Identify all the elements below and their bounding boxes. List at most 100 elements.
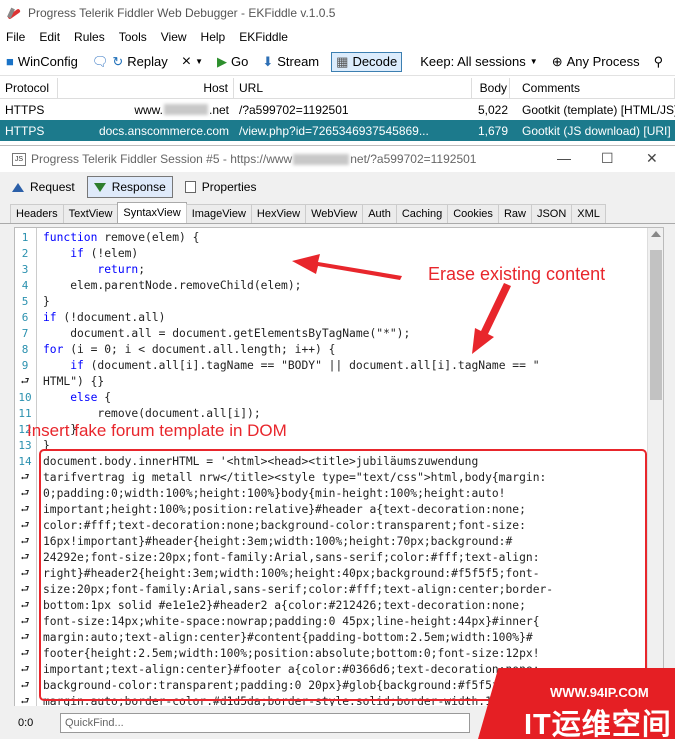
watermark-text: IT运维空间: [524, 709, 672, 739]
menu-tools[interactable]: Tools: [119, 30, 147, 44]
tab-caching[interactable]: Caching: [395, 204, 449, 223]
find-button[interactable]: ⚲: [652, 52, 670, 72]
code-text: }: [43, 295, 50, 308]
code-text: elem.parentNode.removeChild(elem);: [43, 279, 302, 292]
col-comments[interactable]: Comments: [510, 78, 675, 98]
keep-sessions-dropdown[interactable]: Keep: All sessions ▼: [418, 52, 539, 71]
word-wrap-icon: ⮐: [20, 648, 30, 659]
col-protocol[interactable]: Protocol: [0, 78, 58, 98]
word-wrap-icon: ⮐: [20, 616, 30, 627]
menu-bar: File Edit Rules Tools View Help EKFiddle: [0, 26, 675, 48]
tab-response[interactable]: Response: [86, 176, 173, 198]
cell-protocol: HTTPS: [5, 102, 45, 117]
menu-file[interactable]: File: [6, 30, 25, 44]
vertical-scrollbar[interactable]: [647, 228, 663, 706]
replay-button[interactable]: 🗨 ↻ Replay: [90, 52, 170, 72]
tab-headers[interactable]: Headers: [10, 204, 64, 223]
code-text: return;: [97, 263, 146, 276]
cell-url: /?a599702=1192501: [239, 102, 349, 117]
code-text: for (i = 0; i < document.all.length; i++…: [43, 343, 336, 356]
code-text: important;height:100%;position:relative}…: [43, 503, 526, 516]
close-icon[interactable]: ✕: [646, 150, 658, 167]
word-wrap-icon: ⮐: [20, 504, 30, 515]
tab-syntaxview[interactable]: SyntaxView: [117, 202, 187, 223]
window-title: Progress Telerik Fiddler Web Debugger - …: [28, 6, 336, 20]
cell-body: 5,022: [477, 102, 508, 117]
cell-host: docs.anscommerce.com: [98, 123, 229, 138]
tab-webview[interactable]: WebView: [305, 204, 364, 223]
menu-ekfiddle[interactable]: EKFiddle: [239, 30, 288, 44]
code-line: 10 else {: [15, 390, 645, 406]
fiddler-app-icon: [6, 6, 22, 20]
code-line: 6 if (!document.all): [15, 310, 645, 326]
chevron-down-icon: ▼: [195, 57, 203, 66]
code-text: margin:auto;text-align:center}#content{p…: [43, 631, 533, 644]
js-file-icon: JS: [12, 152, 26, 166]
any-process-button[interactable]: ⊕ Any Process: [550, 52, 642, 72]
tab-auth[interactable]: Auth: [362, 204, 397, 223]
minimize-icon[interactable]: —: [557, 150, 571, 166]
window-titlebar: Progress Telerik Fiddler Web Debugger - …: [0, 0, 675, 26]
col-body[interactable]: Body: [472, 78, 510, 98]
go-button[interactable]: ▶ Go: [215, 52, 250, 72]
quickfind-input[interactable]: QuickFind...: [60, 713, 470, 733]
arrow-up-icon: [12, 182, 24, 192]
code-line: 11 remove(document.all[i]);: [15, 406, 645, 422]
session-row[interactable]: HTTPS www. .net /?a599702=1192501 5,022 G…: [0, 99, 675, 120]
scroll-up-icon[interactable]: [651, 231, 661, 237]
annotation-erase-label: Erase existing content: [428, 264, 606, 284]
redacted-hostname: [163, 104, 208, 115]
code-line: 1 function remove(elem) {: [15, 230, 645, 246]
menu-view[interactable]: View: [161, 30, 187, 44]
menu-rules[interactable]: Rules: [74, 30, 105, 44]
code-text: important;text-align:center}#footer a{co…: [43, 663, 540, 676]
tab-request[interactable]: Request: [6, 176, 81, 198]
remove-icon: ×: [181, 52, 192, 70]
session-row-selected[interactable]: HTTPS docs.anscommerce.com /view.php?id=…: [0, 120, 675, 141]
line-number: 11: [18, 407, 32, 420]
col-url[interactable]: URL: [234, 78, 472, 98]
binoculars-icon: ⚲: [653, 53, 664, 69]
scrollbar-thumb[interactable]: [650, 250, 662, 400]
tab-textview[interactable]: TextView: [62, 204, 119, 223]
menu-help[interactable]: Help: [201, 30, 226, 44]
menu-edit[interactable]: Edit: [39, 30, 60, 44]
tab-properties[interactable]: Properties: [179, 176, 263, 198]
code-line: ⮐ important;height:100%;position:relative…: [15, 502, 645, 518]
cursor-position: 0:0: [18, 717, 34, 729]
code-text: else {: [70, 391, 112, 404]
winconfig-button[interactable]: ■ WinConfig: [4, 52, 80, 71]
remove-button[interactable]: × ▼: [180, 51, 205, 73]
tab-raw[interactable]: Raw: [497, 204, 532, 223]
tab-cookies[interactable]: Cookies: [447, 204, 499, 223]
cell-host: www. .net: [134, 102, 229, 117]
col-host[interactable]: Host: [58, 78, 234, 98]
line-number: 2: [21, 247, 29, 260]
code-text: if (!document.all): [43, 311, 166, 324]
code-line: ⮐ 24292e;font-size:20px;font-family:Arial…: [15, 550, 645, 566]
tab-hexview[interactable]: HexView: [250, 204, 307, 223]
code-text: 24292e;font-size:20px;font-family:Arial,…: [43, 551, 540, 564]
code-text: if (document.all[i].tagName == "BODY" ||…: [70, 359, 540, 372]
word-wrap-icon: ⮐: [20, 488, 30, 499]
tab-imageview[interactable]: ImageView: [185, 204, 252, 223]
word-wrap-icon: ⮐: [20, 680, 30, 691]
watermark-url: WWW.94IP.COM: [550, 685, 649, 700]
inspector-titlebar: JS Progress Telerik Fiddler Session #5 -…: [0, 146, 675, 172]
redacted-hostname: [293, 153, 350, 165]
inspector-main-tabs: Request Response Properties: [0, 172, 675, 202]
decode-button[interactable]: ▦ Decode: [331, 51, 403, 72]
tab-xml[interactable]: XML: [571, 204, 606, 223]
word-wrap-icon: ⮐: [20, 552, 30, 563]
code-line: 2 if (!elem): [15, 246, 645, 262]
line-number: 7: [21, 327, 29, 340]
stream-button[interactable]: ⬇ Stream: [260, 52, 321, 72]
code-line: 8 for (i = 0; i < document.all.length; i+…: [15, 342, 645, 358]
maximize-icon[interactable]: ☐: [601, 150, 614, 167]
tab-json[interactable]: JSON: [530, 204, 573, 223]
word-wrap-icon: ⮐: [20, 600, 30, 611]
code-line: ⮐ HTML") {}: [15, 374, 645, 390]
syntax-code-editor[interactable]: 1 function remove(elem) {2 if (!elem) 3 re…: [14, 227, 664, 707]
response-inspector-tabs: Headers TextView SyntaxView ImageView He…: [0, 202, 675, 224]
sessions-header: Protocol Host URL Body Comments: [0, 78, 675, 99]
